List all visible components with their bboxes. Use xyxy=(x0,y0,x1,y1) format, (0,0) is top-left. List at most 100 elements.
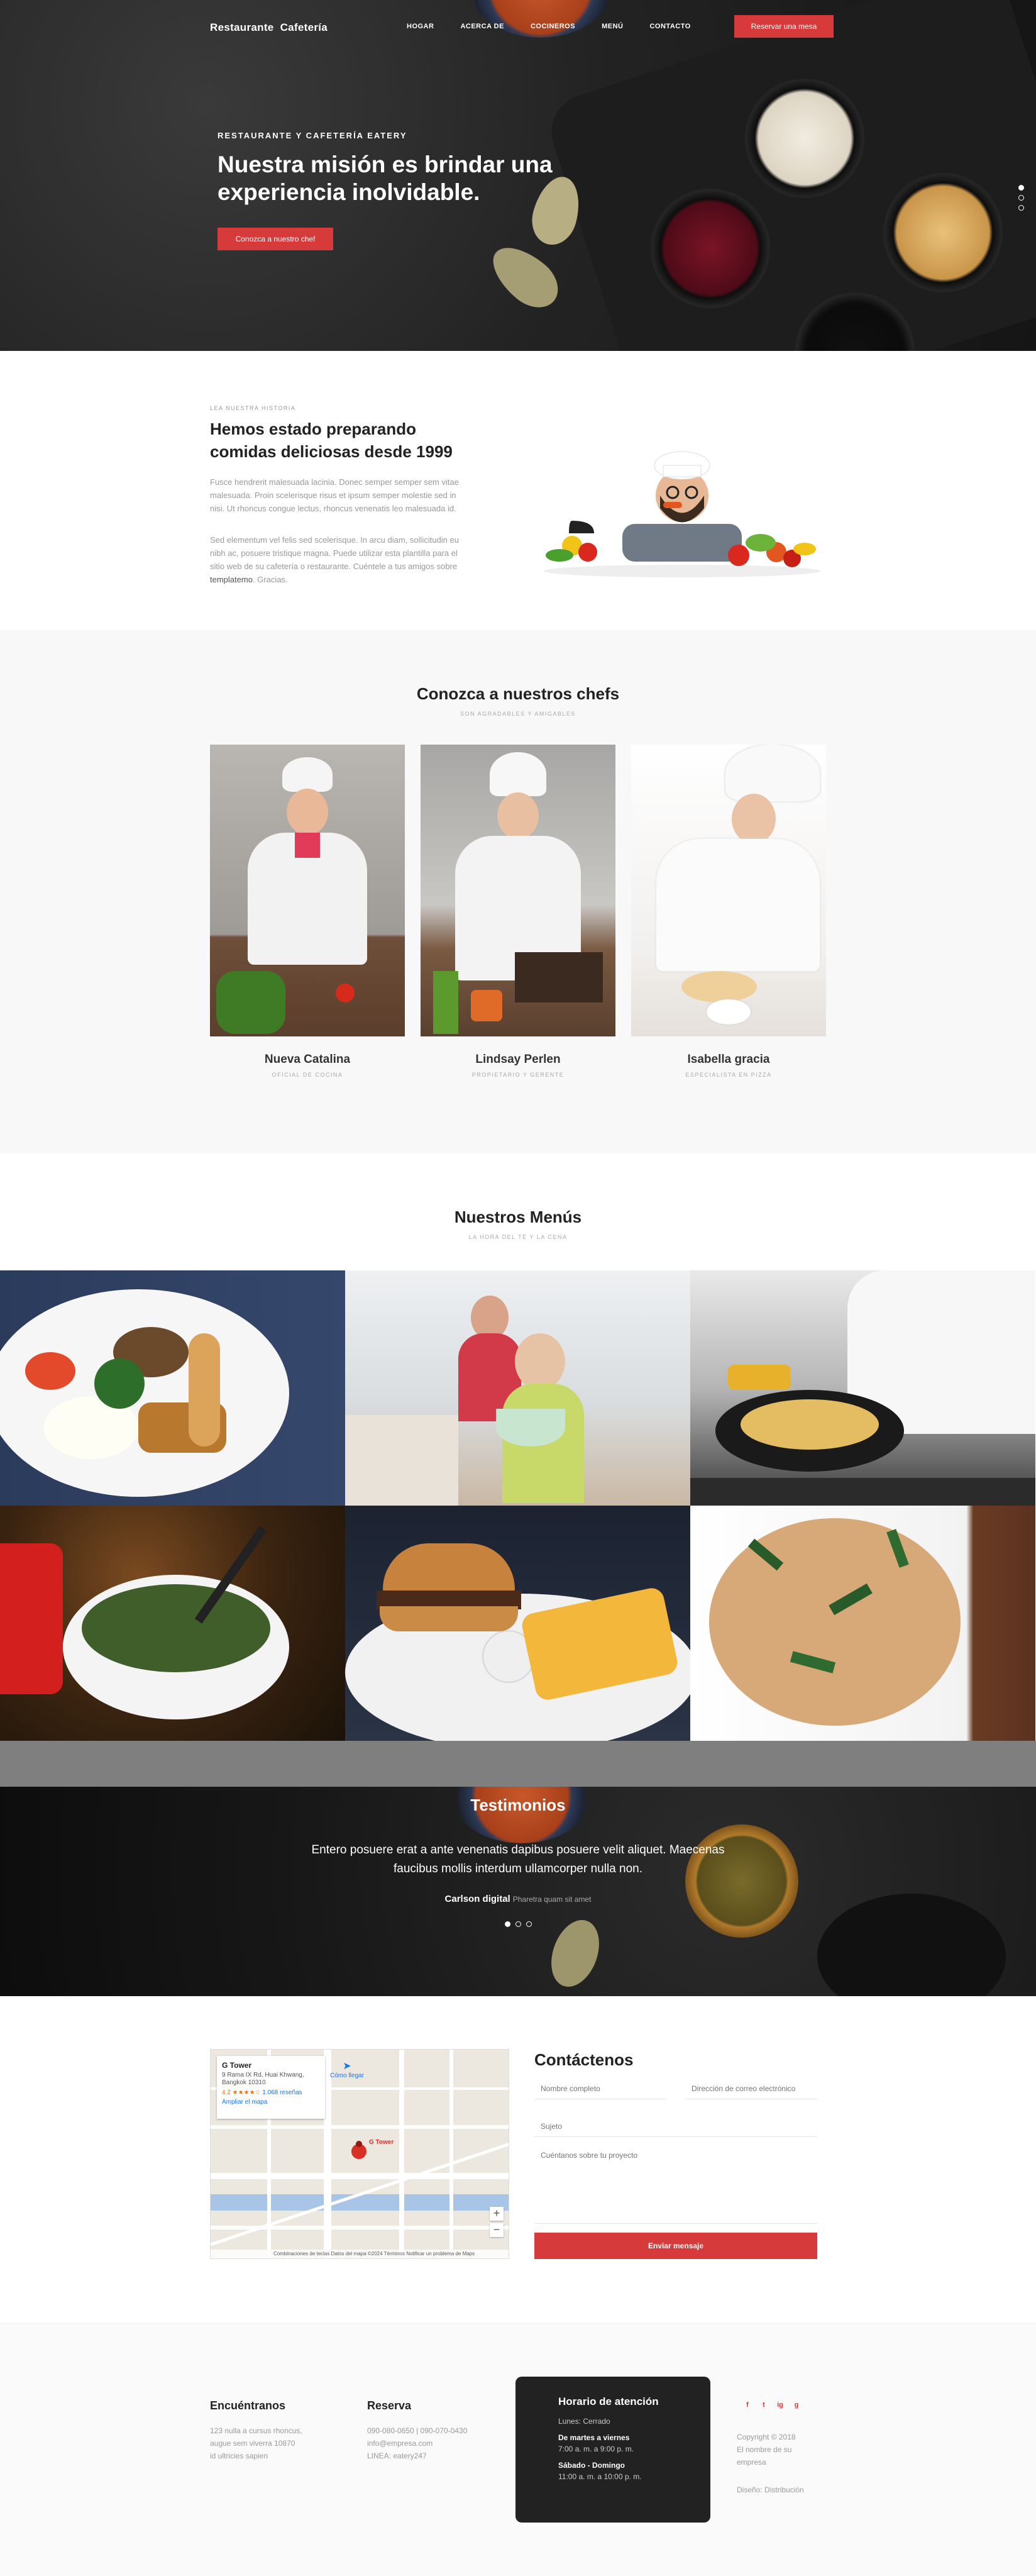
hours-time-2: 11:00 a. m. a 10:00 p. m. xyxy=(558,2472,642,2481)
chef-name: Isabella gracia xyxy=(687,1053,770,1066)
chef-card: Nueva Catalina OFICIAL DE COCINA xyxy=(210,745,405,1078)
reserve-table-button[interactable]: Reservar una mesa xyxy=(734,15,834,38)
directions-label: Cómo llegar xyxy=(330,2072,364,2079)
chef-photo xyxy=(631,745,826,1036)
menu-grid xyxy=(0,1270,1036,1741)
message-textarea[interactable] xyxy=(534,2147,817,2224)
menus-title: Nuestros Menús xyxy=(454,1208,582,1226)
about-paragraph-1: Fusce hendrerit malesuada lacinia. Donec… xyxy=(210,477,459,513)
chefs-section: Conozca a nuestros chefs SON AGRADABLES … xyxy=(0,630,1036,1153)
map-rating: 4.2 ★★★★☆ 1.068 reseñas xyxy=(222,2089,320,2096)
nav-home[interactable]: HOGAR xyxy=(407,23,434,30)
chef-role: PROPIETARIO Y GERENTE xyxy=(471,1072,565,1078)
meet-chef-button[interactable]: Conozca a nuestro chef xyxy=(218,228,333,250)
line-id: LINEA: eatery247 xyxy=(367,2451,427,2460)
testimonials-title: Testimonios xyxy=(470,1796,566,1814)
slider-dot[interactable] xyxy=(1018,195,1024,201)
send-message-button[interactable]: Enviar mensaje xyxy=(534,2233,817,2259)
twitter-icon[interactable]: t xyxy=(759,2401,768,2409)
map-address: 9 Rama IX Rd, Huai Khwang, Bangkok 10310 xyxy=(222,2072,304,2086)
brand-name-2: Cafetería xyxy=(280,21,328,33)
nav-about[interactable]: ACERCA DE xyxy=(460,23,504,30)
hours-closed: Lunes: Cerrado xyxy=(558,2417,610,2426)
chef-name: Nueva Catalina xyxy=(264,1053,351,1066)
chef-photo xyxy=(210,745,405,1036)
about-text: Sed elementum vel felis sed scelerisque.… xyxy=(210,535,459,571)
chef-with-vegetables-image xyxy=(544,451,820,577)
menu-tile-breakfast[interactable] xyxy=(0,1270,345,1506)
map-place-name: G Tower xyxy=(222,2061,252,2070)
email-link[interactable]: info@empresa.com xyxy=(367,2437,433,2450)
reservation-title: Reserva xyxy=(367,2399,412,2412)
author-name: Carlson digital xyxy=(444,1894,510,1904)
about-text-end: . Gracias. xyxy=(252,575,288,584)
testimonial-quote: Entero posuere erat a ante venenatis dap… xyxy=(311,1843,725,1875)
facebook-icon[interactable]: f xyxy=(743,2401,752,2409)
google-icon[interactable]: g xyxy=(792,2401,801,2409)
opening-hours-card: Horario de atención Lunes: Cerrado De ma… xyxy=(515,2377,710,2523)
testimonials-section: Testimonios Entero posuere erat a ante v… xyxy=(0,1787,1036,1996)
main-nav: Restaurante Cafetería HOGAR ACERCA DE COC… xyxy=(0,15,1036,38)
slider-dot[interactable] xyxy=(515,1921,521,1927)
menu-tile-soup[interactable] xyxy=(0,1506,345,1741)
map-info-card: G Tower 9 Rama IX Rd, Huai Khwang, Bangk… xyxy=(217,2056,325,2119)
author-note: Pharetra quam sit amet xyxy=(512,1895,592,1904)
address-line: augue sem viverra 10870 xyxy=(210,2439,295,2448)
copyright-line: Copyright © 2018 xyxy=(737,2433,796,2441)
chef-role: OFICIAL DE COCINA xyxy=(272,1072,343,1078)
brand-name: Restaurante xyxy=(210,21,274,33)
brand-logo[interactable]: Restaurante Cafetería xyxy=(210,21,334,34)
chef-name: Lindsay Perlen xyxy=(475,1053,561,1066)
about-title: Hemos estado preparando comidas delicios… xyxy=(210,419,453,461)
slider-dot[interactable] xyxy=(504,1921,510,1927)
contact-section: G Tower 9 Rama IX Rd, Huai Khwang, Bangk… xyxy=(0,1996,1036,2323)
menus-subtitle: LA HORA DEL TÉ Y LA CENA xyxy=(468,1234,568,1240)
enlarge-map-link[interactable]: Ampliar el mapa xyxy=(222,2099,320,2106)
chefs-subtitle: SON AGRADABLES Y AMIGABLES xyxy=(460,711,576,717)
zoom-out-button[interactable]: − xyxy=(490,2223,504,2237)
design-credit[interactable]: Diseño: Distribución xyxy=(737,2484,804,2496)
slider-dot[interactable] xyxy=(526,1921,532,1927)
directions-icon: ➤ xyxy=(343,2061,351,2072)
templatemo-link[interactable]: templatemo xyxy=(210,575,253,584)
nav-chefs[interactable]: COCINEROS xyxy=(531,23,575,30)
map-reviews-link[interactable]: 1.068 reseñas xyxy=(262,2089,302,2096)
nav-contact[interactable]: CONTACTO xyxy=(649,23,690,30)
about-kicker: LEA NUESTRA HISTORIA xyxy=(210,405,296,411)
email-input[interactable] xyxy=(685,2078,817,2099)
menu-tile-family-salad[interactable] xyxy=(345,1270,690,1506)
chef-card: Isabella gracia ESPECIALISTA EN PIZZA xyxy=(631,745,826,1078)
section-divider xyxy=(0,1741,1036,1787)
rating-value: 4.2 ★★★★☆ xyxy=(222,2089,261,2096)
hero-kicker: RESTAURANTE Y CAFETERÍA EATERY xyxy=(218,131,407,140)
hero-slider-dots xyxy=(1018,185,1024,215)
social-links: f t ig g xyxy=(743,2401,801,2409)
hero-section: Restaurante Cafetería HOGAR ACERCA DE COC… xyxy=(0,0,1036,351)
pan-image xyxy=(817,1894,1006,1996)
hours-time-1: 7:00 a. m. a 9:00 p. m. xyxy=(558,2445,634,2453)
menu-tile-burger[interactable] xyxy=(345,1506,690,1741)
chef-card: Lindsay Perlen PROPIETARIO Y GERENTE xyxy=(421,745,615,1078)
hours-days-1: De martes a viernes xyxy=(558,2433,630,2442)
slider-dot[interactable] xyxy=(1018,205,1024,211)
menu-tile-pasta[interactable] xyxy=(690,1506,1035,1741)
about-paragraph-2: Sed elementum vel felis sed scelerisque.… xyxy=(210,533,461,586)
bay-leaf-image xyxy=(482,235,568,318)
google-map[interactable]: G Tower 9 Rama IX Rd, Huai Khwang, Bangk… xyxy=(210,2049,509,2259)
zoom-in-button[interactable]: + xyxy=(490,2207,504,2221)
chef-photo xyxy=(421,745,615,1036)
menu-tile-wok[interactable] xyxy=(690,1270,1035,1506)
contact-title: Contáctenos xyxy=(534,2050,634,2069)
copyright-line: El nombre de su xyxy=(737,2445,792,2454)
phone-numbers[interactable]: 090-080-0650 | 090-070-0430 xyxy=(367,2424,467,2437)
full-name-input[interactable] xyxy=(534,2078,666,2099)
chefs-title: Conozca a nuestros chefs xyxy=(416,684,620,703)
subject-input[interactable] xyxy=(534,2116,817,2137)
nav-menu[interactable]: MENÚ xyxy=(602,23,623,30)
address-line: id ultricies sapien xyxy=(210,2451,268,2460)
slider-dot[interactable] xyxy=(1018,185,1024,191)
map-footer: Combinaciones de teclas Datos del mapa ©… xyxy=(211,2250,509,2258)
instagram-icon[interactable]: ig xyxy=(776,2401,785,2409)
rice-cup-image xyxy=(742,75,868,201)
directions-button[interactable]: ➤ Cómo llegar xyxy=(330,2060,364,2079)
